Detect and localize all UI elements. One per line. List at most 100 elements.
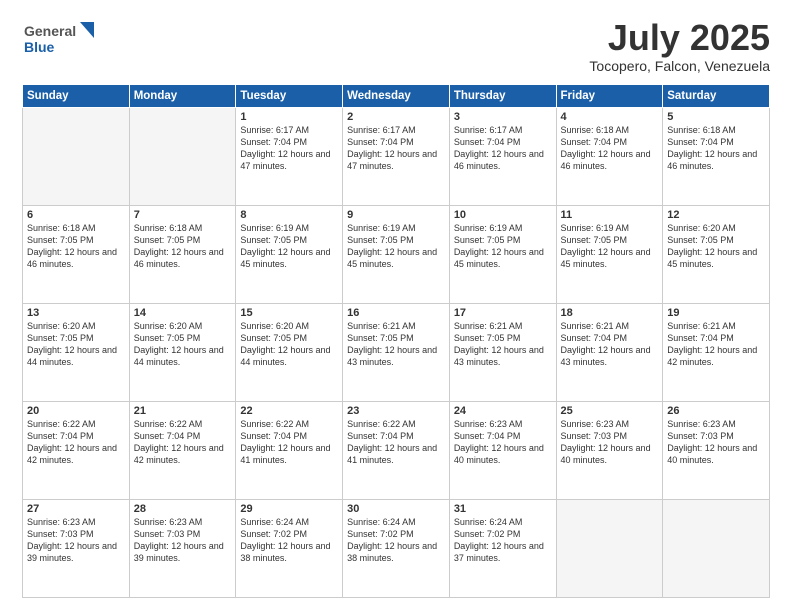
day-number: 19 [667, 307, 765, 319]
col-thursday: Thursday [449, 84, 556, 107]
col-sunday: Sunday [23, 84, 130, 107]
col-tuesday: Tuesday [236, 84, 343, 107]
day-info: Sunrise: 6:19 AM Sunset: 7:05 PM Dayligh… [561, 222, 659, 271]
day-info: Sunrise: 6:21 AM Sunset: 7:05 PM Dayligh… [347, 320, 445, 369]
day-number: 21 [134, 405, 232, 417]
day-info: Sunrise: 6:23 AM Sunset: 7:04 PM Dayligh… [454, 418, 552, 467]
day-info: Sunrise: 6:20 AM Sunset: 7:05 PM Dayligh… [667, 222, 765, 271]
day-number: 3 [454, 111, 552, 123]
day-info: Sunrise: 6:20 AM Sunset: 7:05 PM Dayligh… [240, 320, 338, 369]
day-info: Sunrise: 6:21 AM Sunset: 7:04 PM Dayligh… [561, 320, 659, 369]
title-area: July 2025 Tocopero, Falcon, Venezuela [589, 18, 770, 74]
day-info: Sunrise: 6:22 AM Sunset: 7:04 PM Dayligh… [347, 418, 445, 467]
calendar-cell: 11Sunrise: 6:19 AM Sunset: 7:05 PM Dayli… [556, 205, 663, 303]
calendar-cell: 2Sunrise: 6:17 AM Sunset: 7:04 PM Daylig… [343, 107, 450, 205]
col-wednesday: Wednesday [343, 84, 450, 107]
day-number: 20 [27, 405, 125, 417]
day-number: 16 [347, 307, 445, 319]
day-number: 5 [667, 111, 765, 123]
calendar-cell: 15Sunrise: 6:20 AM Sunset: 7:05 PM Dayli… [236, 303, 343, 401]
day-info: Sunrise: 6:24 AM Sunset: 7:02 PM Dayligh… [240, 516, 338, 565]
calendar-cell: 8Sunrise: 6:19 AM Sunset: 7:05 PM Daylig… [236, 205, 343, 303]
day-number: 15 [240, 307, 338, 319]
day-info: Sunrise: 6:22 AM Sunset: 7:04 PM Dayligh… [240, 418, 338, 467]
day-info: Sunrise: 6:24 AM Sunset: 7:02 PM Dayligh… [347, 516, 445, 565]
calendar-cell: 31Sunrise: 6:24 AM Sunset: 7:02 PM Dayli… [449, 499, 556, 597]
day-number: 6 [27, 209, 125, 221]
header: General Blue July 2025 Tocopero, Falcon,… [22, 18, 770, 74]
day-number: 29 [240, 503, 338, 515]
day-info: Sunrise: 6:20 AM Sunset: 7:05 PM Dayligh… [27, 320, 125, 369]
day-number: 17 [454, 307, 552, 319]
day-number: 8 [240, 209, 338, 221]
calendar-cell: 19Sunrise: 6:21 AM Sunset: 7:04 PM Dayli… [663, 303, 770, 401]
calendar-week-row: 1Sunrise: 6:17 AM Sunset: 7:04 PM Daylig… [23, 107, 770, 205]
col-saturday: Saturday [663, 84, 770, 107]
day-number: 14 [134, 307, 232, 319]
logo: General Blue [22, 18, 102, 62]
day-number: 2 [347, 111, 445, 123]
day-info: Sunrise: 6:20 AM Sunset: 7:05 PM Dayligh… [134, 320, 232, 369]
calendar-cell [556, 499, 663, 597]
svg-text:General: General [24, 23, 76, 39]
day-number: 18 [561, 307, 659, 319]
calendar-cell [129, 107, 236, 205]
day-info: Sunrise: 6:18 AM Sunset: 7:04 PM Dayligh… [561, 124, 659, 173]
calendar-week-row: 13Sunrise: 6:20 AM Sunset: 7:05 PM Dayli… [23, 303, 770, 401]
day-number: 1 [240, 111, 338, 123]
calendar-cell: 4Sunrise: 6:18 AM Sunset: 7:04 PM Daylig… [556, 107, 663, 205]
svg-text:Blue: Blue [24, 39, 55, 55]
calendar-cell: 1Sunrise: 6:17 AM Sunset: 7:04 PM Daylig… [236, 107, 343, 205]
day-info: Sunrise: 6:18 AM Sunset: 7:05 PM Dayligh… [134, 222, 232, 271]
day-info: Sunrise: 6:17 AM Sunset: 7:04 PM Dayligh… [240, 124, 338, 173]
day-info: Sunrise: 6:23 AM Sunset: 7:03 PM Dayligh… [667, 418, 765, 467]
day-info: Sunrise: 6:17 AM Sunset: 7:04 PM Dayligh… [347, 124, 445, 173]
calendar-cell [663, 499, 770, 597]
page: General Blue July 2025 Tocopero, Falcon,… [0, 0, 792, 612]
calendar-cell: 27Sunrise: 6:23 AM Sunset: 7:03 PM Dayli… [23, 499, 130, 597]
day-info: Sunrise: 6:19 AM Sunset: 7:05 PM Dayligh… [454, 222, 552, 271]
calendar-cell: 23Sunrise: 6:22 AM Sunset: 7:04 PM Dayli… [343, 401, 450, 499]
day-number: 26 [667, 405, 765, 417]
day-number: 25 [561, 405, 659, 417]
day-number: 27 [27, 503, 125, 515]
day-info: Sunrise: 6:18 AM Sunset: 7:05 PM Dayligh… [27, 222, 125, 271]
calendar-cell: 13Sunrise: 6:20 AM Sunset: 7:05 PM Dayli… [23, 303, 130, 401]
day-info: Sunrise: 6:23 AM Sunset: 7:03 PM Dayligh… [561, 418, 659, 467]
day-number: 31 [454, 503, 552, 515]
day-number: 7 [134, 209, 232, 221]
logo-svg: General Blue [22, 18, 102, 62]
day-info: Sunrise: 6:19 AM Sunset: 7:05 PM Dayligh… [347, 222, 445, 271]
day-number: 9 [347, 209, 445, 221]
calendar-cell: 18Sunrise: 6:21 AM Sunset: 7:04 PM Dayli… [556, 303, 663, 401]
day-info: Sunrise: 6:24 AM Sunset: 7:02 PM Dayligh… [454, 516, 552, 565]
day-number: 4 [561, 111, 659, 123]
day-info: Sunrise: 6:18 AM Sunset: 7:04 PM Dayligh… [667, 124, 765, 173]
calendar-cell: 12Sunrise: 6:20 AM Sunset: 7:05 PM Dayli… [663, 205, 770, 303]
calendar-cell: 3Sunrise: 6:17 AM Sunset: 7:04 PM Daylig… [449, 107, 556, 205]
location: Tocopero, Falcon, Venezuela [589, 58, 770, 74]
day-info: Sunrise: 6:23 AM Sunset: 7:03 PM Dayligh… [27, 516, 125, 565]
calendar-cell: 21Sunrise: 6:22 AM Sunset: 7:04 PM Dayli… [129, 401, 236, 499]
day-number: 13 [27, 307, 125, 319]
calendar-cell: 26Sunrise: 6:23 AM Sunset: 7:03 PM Dayli… [663, 401, 770, 499]
day-info: Sunrise: 6:19 AM Sunset: 7:05 PM Dayligh… [240, 222, 338, 271]
day-info: Sunrise: 6:22 AM Sunset: 7:04 PM Dayligh… [134, 418, 232, 467]
calendar-header-row: Sunday Monday Tuesday Wednesday Thursday… [23, 84, 770, 107]
calendar-cell: 6Sunrise: 6:18 AM Sunset: 7:05 PM Daylig… [23, 205, 130, 303]
day-number: 10 [454, 209, 552, 221]
day-info: Sunrise: 6:22 AM Sunset: 7:04 PM Dayligh… [27, 418, 125, 467]
day-number: 28 [134, 503, 232, 515]
calendar-cell: 16Sunrise: 6:21 AM Sunset: 7:05 PM Dayli… [343, 303, 450, 401]
day-info: Sunrise: 6:17 AM Sunset: 7:04 PM Dayligh… [454, 124, 552, 173]
calendar-cell [23, 107, 130, 205]
calendar-cell: 17Sunrise: 6:21 AM Sunset: 7:05 PM Dayli… [449, 303, 556, 401]
day-number: 22 [240, 405, 338, 417]
day-number: 23 [347, 405, 445, 417]
col-monday: Monday [129, 84, 236, 107]
calendar-cell: 24Sunrise: 6:23 AM Sunset: 7:04 PM Dayli… [449, 401, 556, 499]
calendar-cell: 9Sunrise: 6:19 AM Sunset: 7:05 PM Daylig… [343, 205, 450, 303]
day-info: Sunrise: 6:21 AM Sunset: 7:05 PM Dayligh… [454, 320, 552, 369]
calendar-cell: 5Sunrise: 6:18 AM Sunset: 7:04 PM Daylig… [663, 107, 770, 205]
calendar-week-row: 6Sunrise: 6:18 AM Sunset: 7:05 PM Daylig… [23, 205, 770, 303]
